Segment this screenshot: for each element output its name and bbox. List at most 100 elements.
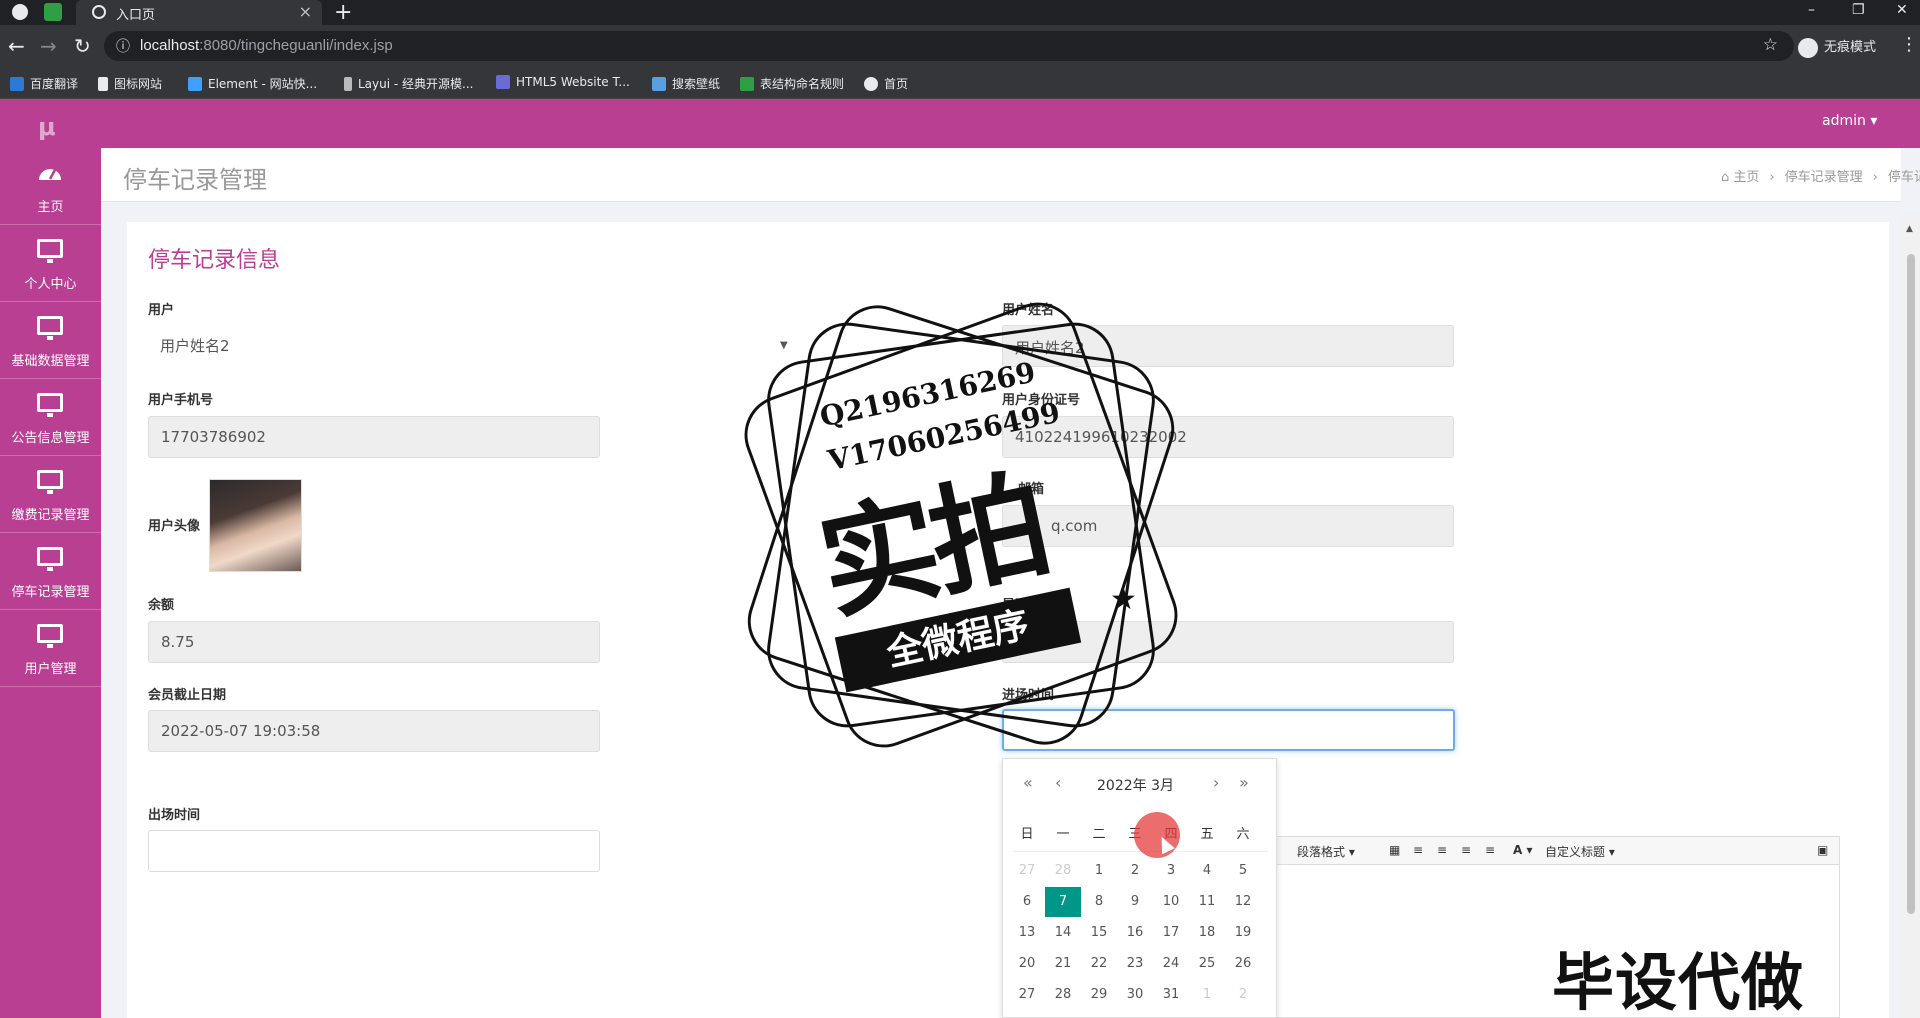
calendar-day[interactable]: 11 — [1189, 887, 1225, 917]
calendar-day[interactable]: 30 — [1117, 980, 1153, 1010]
calendar-day[interactable]: 6 — [1117, 1011, 1153, 1018]
calendar-day[interactable]: 9 — [1117, 887, 1153, 917]
paragraph-format-dropdown[interactable]: 段落格式 ▾ — [1297, 843, 1355, 860]
calendar-day[interactable]: 4 — [1045, 1011, 1081, 1018]
calendar-day[interactable]: 21 — [1045, 949, 1081, 979]
calendar-day[interactable]: 25 — [1189, 949, 1225, 979]
phone-field[interactable]: 17703786902 — [148, 416, 600, 458]
pinned-tab-icon[interactable] — [44, 3, 62, 21]
browser-menu-icon[interactable]: ⋮ — [1900, 34, 1918, 55]
calendar-day[interactable]: 5 — [1081, 1011, 1117, 1018]
bookmark-item[interactable]: 首页 — [864, 75, 908, 92]
calendar-day[interactable]: 9 — [1225, 1011, 1261, 1018]
align-right-icon[interactable]: ≡ — [1461, 843, 1471, 857]
calendar-day[interactable]: 31 — [1153, 980, 1189, 1010]
calendar-day[interactable]: 22 — [1081, 949, 1117, 979]
calendar-day[interactable]: 6 — [1009, 887, 1045, 917]
calendar-day[interactable]: 12 — [1225, 887, 1261, 917]
site-info-icon[interactable]: ⓘ — [116, 36, 130, 56]
calendar-day[interactable]: 27 — [1009, 980, 1045, 1010]
reload-icon[interactable]: ↻ — [74, 34, 91, 58]
calendar-day[interactable]: 7 — [1153, 1011, 1189, 1018]
calendar-day[interactable]: 24 — [1153, 949, 1189, 979]
user-select[interactable]: 用户姓名2 — [148, 324, 793, 366]
sheet-icon — [740, 77, 754, 91]
breadcrumb-home[interactable]: 主页 — [1733, 170, 1759, 185]
calendar-day[interactable]: 28 — [1045, 856, 1081, 886]
new-tab-icon[interactable]: + — [334, 0, 352, 25]
calendar-day[interactable]: 5 — [1225, 856, 1261, 886]
tab-close-icon[interactable]: × — [299, 2, 312, 21]
bookmark-item[interactable]: 百度翻译 — [10, 75, 78, 92]
table-icon[interactable]: ▦ — [1389, 843, 1400, 857]
forward-icon[interactable]: → — [40, 34, 57, 58]
calendar-day[interactable]: 8 — [1189, 1011, 1225, 1018]
sidebar-item-users[interactable]: 用户管理 — [0, 610, 101, 687]
calendar-day[interactable]: 7 — [1045, 887, 1081, 917]
next-year-icon[interactable]: » — [1239, 773, 1249, 792]
bookmark-item[interactable]: 表结构命名规则 — [740, 75, 844, 92]
calendar-day[interactable]: 1 — [1189, 980, 1225, 1010]
sidebar-item-payments[interactable]: 缴费记录管理 — [0, 456, 101, 533]
calendar-day[interactable]: 4 — [1189, 856, 1225, 886]
sidebar-item-home[interactable]: 主页 — [0, 148, 101, 225]
calendar-day[interactable]: 8 — [1081, 887, 1117, 917]
calendar-day[interactable]: 2 — [1117, 856, 1153, 886]
bookmark-item[interactable]: 图标网站 — [98, 75, 162, 92]
balance-field[interactable]: 8.75 — [148, 621, 600, 663]
scrollbar-thumb[interactable] — [1907, 254, 1915, 914]
bookmark-item[interactable]: HTML5 Website T... — [496, 75, 630, 89]
calendar-day[interactable]: 2 — [1225, 980, 1261, 1010]
bookmark-item[interactable]: Element - 网站快... — [188, 75, 317, 92]
justify-icon[interactable]: ≡ — [1485, 843, 1495, 857]
next-month-icon[interactable]: › — [1213, 773, 1219, 792]
close-window-icon[interactable]: ✕ — [1896, 2, 1908, 18]
restore-icon[interactable]: ❐ — [1852, 2, 1865, 18]
calendar-day[interactable]: 13 — [1009, 918, 1045, 948]
align-left-icon[interactable]: ≡ — [1413, 843, 1423, 857]
calendar-day[interactable]: 14 — [1045, 918, 1081, 948]
font-color-icon[interactable]: A ▾ — [1513, 843, 1533, 857]
sidebar-item-profile[interactable]: 个人中心 — [0, 225, 101, 302]
calendar-day[interactable]: 19 — [1225, 918, 1261, 948]
url-input[interactable]: ⓘ localhost:8080/tingcheguanli/index.jsp… — [104, 31, 1794, 61]
element-icon — [188, 77, 202, 91]
calendar-day[interactable]: 10 — [1153, 887, 1189, 917]
calendar-day[interactable]: 27 — [1009, 856, 1045, 886]
back-icon[interactable]: ← — [8, 34, 25, 58]
calendar-day[interactable]: 16 — [1117, 918, 1153, 948]
breadcrumb-section[interactable]: 停车记录管理 — [1785, 170, 1863, 185]
prev-year-icon[interactable]: « — [1023, 773, 1033, 792]
custom-title-dropdown[interactable]: 自定义标题 ▾ — [1545, 843, 1615, 860]
page-scrollbar[interactable]: ▲ — [1901, 214, 1920, 1018]
calendar-day[interactable]: 3 — [1153, 856, 1189, 886]
incognito-indicator[interactable]: 无痕模式 — [1798, 36, 1876, 58]
active-tab[interactable]: 入口页 × — [76, 0, 322, 25]
fullscreen-icon[interactable]: ▣ — [1817, 843, 1828, 857]
date-picker-title[interactable]: 2022年 3月 — [1097, 775, 1174, 795]
calendar-day[interactable]: 1 — [1081, 856, 1117, 886]
calendar-day[interactable]: 29 — [1081, 980, 1117, 1010]
prev-month-icon[interactable]: ‹ — [1055, 773, 1061, 792]
calendar-day[interactable]: 20 — [1009, 949, 1045, 979]
calendar-day[interactable]: 17 — [1153, 918, 1189, 948]
expiry-field[interactable]: 2022-05-07 19:03:58 — [148, 710, 600, 752]
minimize-icon[interactable]: – — [1808, 2, 1815, 18]
user-menu[interactable]: admin ▾ — [1822, 113, 1877, 129]
calendar-day[interactable]: 26 — [1225, 949, 1261, 979]
calendar-day[interactable]: 23 — [1117, 949, 1153, 979]
calendar-day[interactable]: 3 — [1009, 1011, 1045, 1018]
sidebar-item-parking[interactable]: 停车记录管理 — [0, 533, 101, 610]
scroll-up-icon[interactable]: ▲ — [1906, 224, 1913, 234]
calendar-day[interactable]: 18 — [1189, 918, 1225, 948]
align-center-icon[interactable]: ≡ — [1437, 843, 1447, 857]
calendar-day[interactable]: 15 — [1081, 918, 1117, 948]
sidebar-item-notices[interactable]: 公告信息管理 — [0, 379, 101, 456]
exit-time-input[interactable] — [148, 830, 600, 872]
bookmark-item[interactable]: 搜索壁纸 — [652, 75, 720, 92]
sidebar-item-base-data[interactable]: 基础数据管理 — [0, 302, 101, 379]
bookmark-star-icon[interactable]: ☆ — [1763, 35, 1778, 55]
calendar-day[interactable]: 28 — [1045, 980, 1081, 1010]
chrome-menu-icon[interactable] — [12, 4, 28, 20]
bookmark-item[interactable]: Layui - 经典开源模... — [344, 75, 473, 92]
